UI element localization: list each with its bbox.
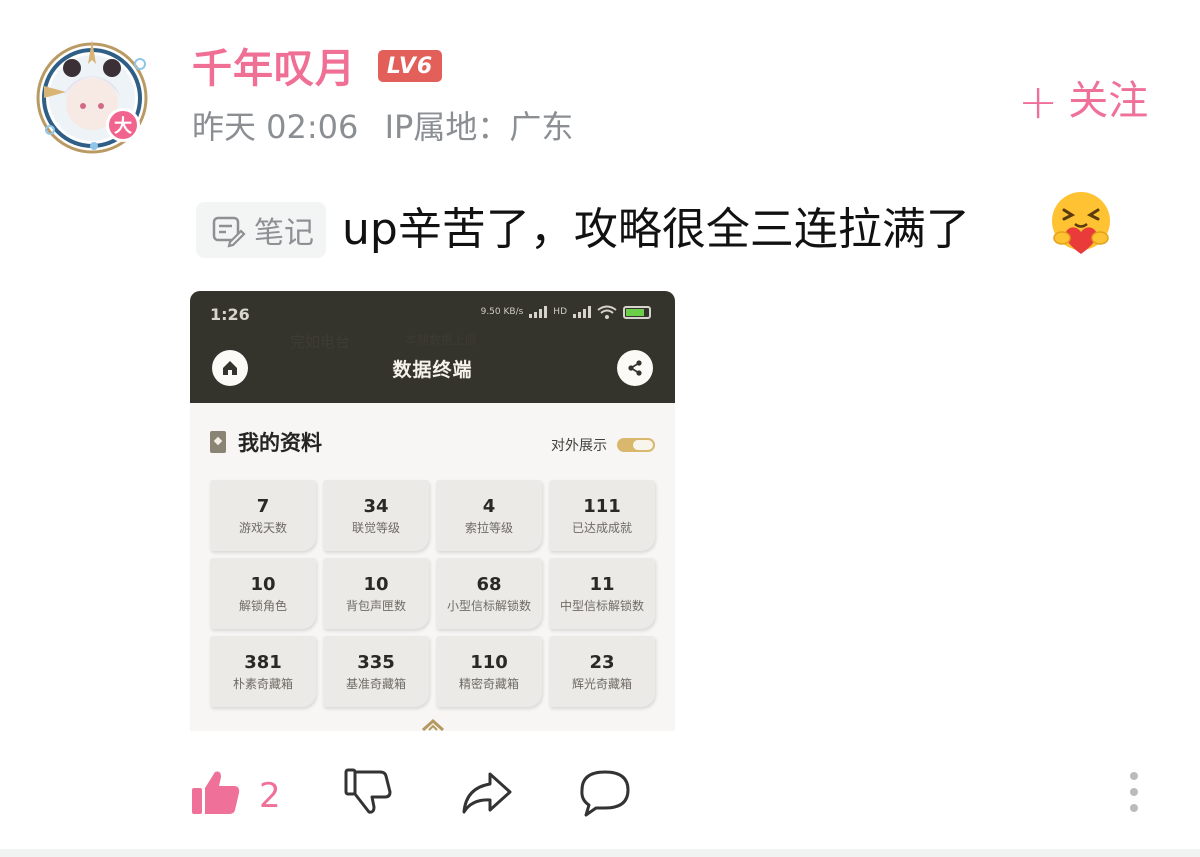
stat-label: 解锁角色 <box>238 598 287 613</box>
bottom-divider <box>0 849 1200 857</box>
stat-value: 10 <box>363 573 389 595</box>
hugging-heart-emoji-icon <box>1052 192 1110 254</box>
profile-section-icon <box>210 431 226 453</box>
share-arrow-icon[interactable] <box>460 766 514 818</box>
share-button[interactable] <box>617 350 653 386</box>
avatar-image <box>36 40 148 154</box>
more-options-icon[interactable] <box>1124 770 1144 814</box>
stat-value: 68 <box>476 573 502 595</box>
wifi-icon <box>597 305 617 319</box>
thumbs-up-icon[interactable] <box>190 766 242 818</box>
note-icon <box>212 216 246 248</box>
ghost-text: 本期数据上限 <box>405 333 478 347</box>
section-header: 我的资料 <box>210 427 322 457</box>
stat-value: 335 <box>357 651 395 673</box>
user-avatar[interactable]: 大 <box>28 34 156 162</box>
stat-card: 381 朴素奇藏箱 <box>210 636 316 707</box>
stat-label: 游戏天数 <box>238 520 287 535</box>
stat-value: 11 <box>589 573 615 595</box>
stat-label: 辉光奇藏箱 <box>571 676 632 691</box>
note-tag[interactable]: 笔记 <box>196 202 326 258</box>
stat-label: 精密奇藏箱 <box>458 676 519 691</box>
follow-label: 关注 <box>1068 78 1149 124</box>
ghost-text: 完如电台 <box>290 333 351 351</box>
stat-label: 基准奇藏箱 <box>345 676 406 691</box>
plus-icon: + <box>1018 74 1059 130</box>
stat-value: 110 <box>470 651 508 673</box>
status-icons: 9.50 KB/s HD <box>481 305 651 319</box>
hd-label: HD <box>553 307 567 317</box>
stat-value: 34 <box>363 495 389 517</box>
stat-card: 34 联觉等级 <box>323 480 429 551</box>
signal-icon <box>529 306 548 318</box>
signal-icon <box>573 306 591 318</box>
thumbs-down-icon[interactable] <box>342 766 394 818</box>
screenshot-header: 1:26 完如电台 本期数据上限 9.50 KB/s HD 数据终端 <box>190 291 675 403</box>
level-badge: LV6 <box>378 50 442 82</box>
stat-card: 23 辉光奇藏箱 <box>549 636 655 707</box>
stat-card: 4 索拉等级 <box>436 480 542 551</box>
stat-value: 381 <box>244 651 282 673</box>
stats-grid: 7 游戏天数 34 联觉等级 4 索拉等级 111 已达成成就 10 解锁角色 10 背包声… <box>210 480 656 707</box>
stat-card: 110 精密奇藏箱 <box>436 636 542 707</box>
stat-card: 111 已达成成就 <box>549 480 655 551</box>
comment-bubble-icon[interactable] <box>578 766 632 818</box>
stat-label: 联觉等级 <box>351 520 400 535</box>
stat-value: 7 <box>256 495 270 517</box>
stat-label: 朴素奇藏箱 <box>232 676 293 691</box>
follow-button[interactable]: + 关注 <box>1018 68 1148 130</box>
stat-card: 68 小型信标解锁数 <box>436 558 542 629</box>
battery-icon <box>623 305 651 319</box>
stat-label: 中型信标解锁数 <box>559 598 644 613</box>
stat-value: 10 <box>250 573 276 595</box>
like-count: 2 <box>259 776 281 816</box>
attached-screenshot[interactable]: 1:26 完如电台 本期数据上限 9.50 KB/s HD 数据终端 我的资料 … <box>190 291 675 731</box>
stat-card: 335 基准奇藏箱 <box>323 636 429 707</box>
expand-chevron-icon[interactable] <box>420 717 446 731</box>
toggle-switch[interactable] <box>617 438 655 452</box>
stat-label: 索拉等级 <box>464 520 513 535</box>
stat-card: 10 解锁角色 <box>210 558 316 629</box>
stat-label: 背包声匣数 <box>345 598 406 613</box>
stat-label: 小型信标解锁数 <box>446 598 531 613</box>
stat-label: 已达成成就 <box>571 520 632 535</box>
post-meta: 昨天 02:06 IP属地：广东 <box>192 102 589 148</box>
username[interactable]: 千年叹月 <box>192 36 356 94</box>
stat-value: 23 <box>589 651 615 673</box>
stat-card: 11 中型信标解锁数 <box>549 558 655 629</box>
share-icon <box>628 360 642 376</box>
status-time: 1:26 <box>210 305 250 324</box>
toggle-label: 对外展示 <box>551 438 607 454</box>
net-speed: 9.50 KB/s <box>480 307 524 317</box>
post-time: 昨天 02:06 <box>192 108 359 146</box>
ip-location: IP属地：广东 <box>384 108 574 146</box>
verified-badge: 大 <box>106 108 140 142</box>
screenshot-title: 数据终端 <box>392 359 473 381</box>
public-display-toggle[interactable]: 对外展示 <box>551 435 655 455</box>
stat-value: 4 <box>482 495 496 517</box>
note-tag-label: 笔记 <box>254 216 314 251</box>
stat-value: 111 <box>583 495 621 517</box>
stat-card: 10 背包声匣数 <box>323 558 429 629</box>
stat-card: 7 游戏天数 <box>210 480 316 551</box>
section-title: 我的资料 <box>238 431 322 455</box>
comment-text: up辛苦了，攻略很全三连拉满了 <box>342 204 970 255</box>
